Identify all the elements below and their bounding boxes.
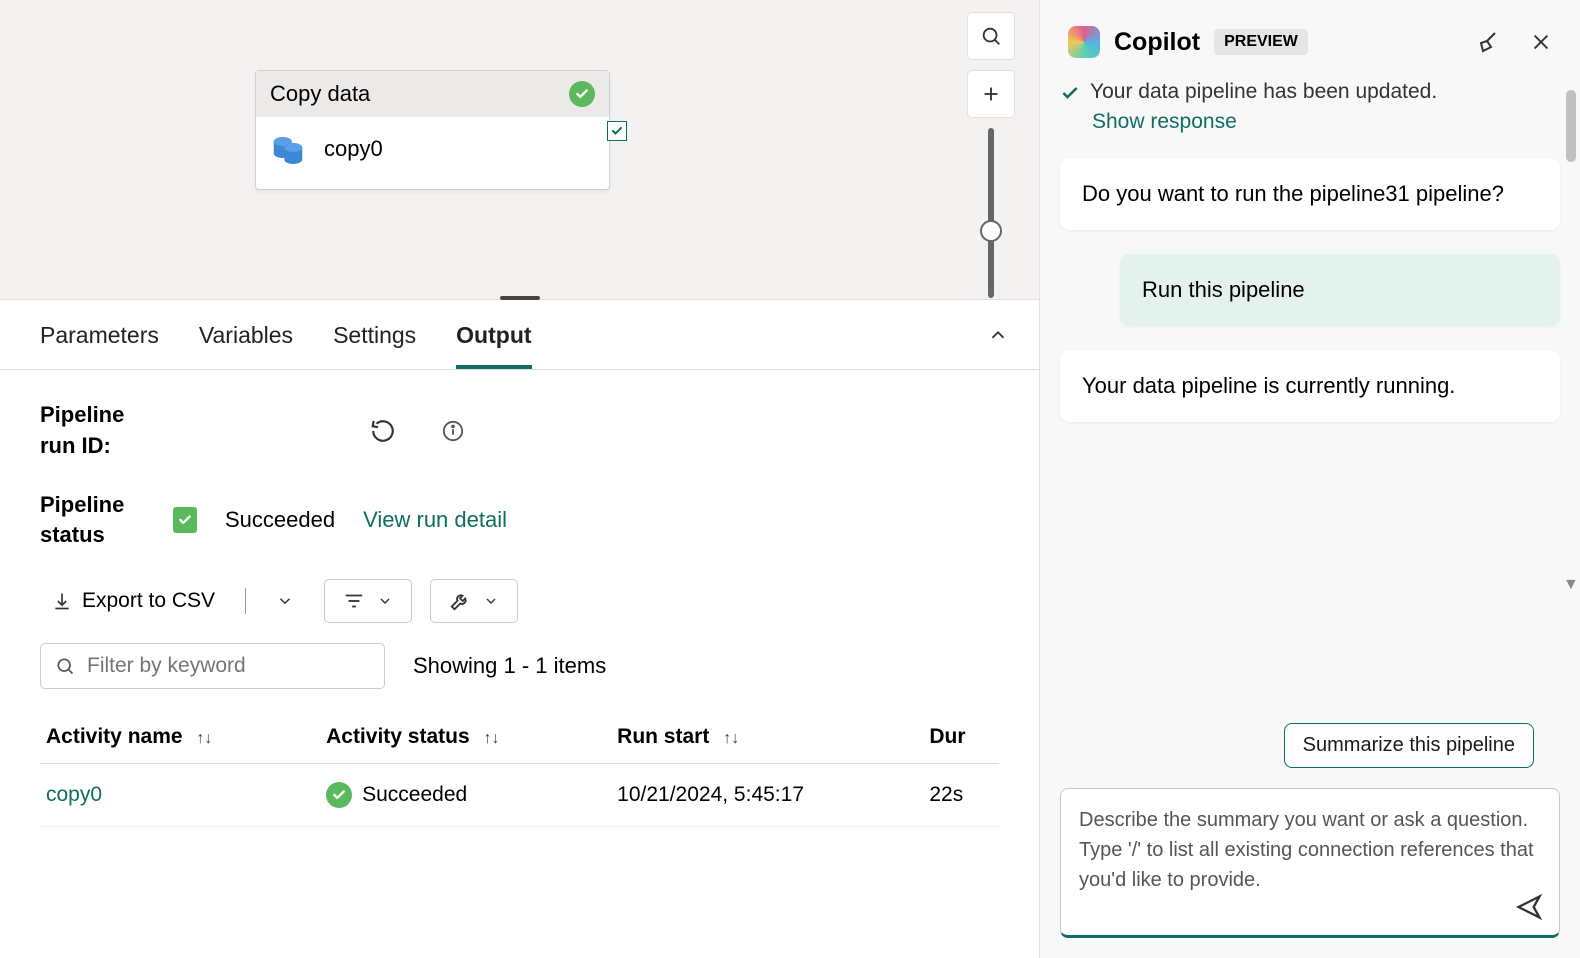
tools-button[interactable] [430,579,518,623]
table-row[interactable]: copy0 Succeeded 10/21/2024, 5:45:17 22s [40,764,999,827]
compose-box[interactable]: Describe the summary you want or ask a q… [1060,788,1560,938]
activity-name-link[interactable]: copy0 [46,783,102,806]
run-id-row: Pipeline run ID: [40,400,999,462]
export-dropdown[interactable] [264,584,306,618]
row-status: Succeeded [362,783,467,807]
show-response-link[interactable]: Show response [1060,110,1560,134]
close-icon [1530,31,1552,53]
assistant-message: Your data pipeline is currently running. [1060,350,1560,422]
view-run-detail-link[interactable]: View run detail [363,507,507,533]
zoom-in-button[interactable] [967,70,1015,118]
search-icon [55,656,75,676]
plus-icon [980,83,1002,105]
filter-columns-button[interactable] [324,579,412,623]
pipeline-canvas[interactable]: Copy data copy0 [0,0,1039,300]
status-value: Succeeded [225,507,335,533]
info-button[interactable] [442,420,464,442]
preview-badge: PREVIEW [1214,29,1308,55]
status-label: Pipeline status [40,490,145,552]
col-activity-name[interactable]: Activity name ↑↓ [40,711,320,764]
activity-node-header: Copy data [256,71,609,117]
activity-title: Copy data [270,81,370,107]
filter-keyword-field[interactable] [87,654,370,678]
send-icon [1515,893,1543,921]
activity-node-copy[interactable]: Copy data copy0 [255,70,610,190]
broom-icon [1476,30,1500,54]
chat-scrollbar[interactable]: ▼ [1566,90,1576,570]
sort-icon: ↑↓ [723,730,739,747]
assistant-message: Do you want to run the pipeline31 pipeli… [1060,158,1560,230]
output-panel: Pipeline run ID: Pipeline status Succeed… [0,370,1039,958]
wrench-icon [449,590,471,612]
status-succeeded-icon [173,507,197,533]
download-icon [52,591,72,611]
truncated-message: Your data pipeline has been updated. [1090,80,1437,104]
activity-node-body: copy0 [256,117,609,189]
database-icon [270,131,306,167]
tab-parameters[interactable]: Parameters [40,322,159,369]
check-icon [1060,83,1080,103]
chevron-up-icon [987,324,1009,346]
chat-scroll-area[interactable]: Your data pipeline has been updated. Sho… [1040,74,1580,703]
search-icon [980,25,1002,47]
suggestion-chip[interactable]: Summarize this pipeline [1284,723,1534,768]
export-csv-button[interactable]: Export to CSV [40,581,227,621]
sort-icon: ↑↓ [196,730,212,747]
clear-chat-button[interactable] [1476,30,1500,54]
divider [245,588,246,614]
col-duration[interactable]: Dur [923,711,999,764]
send-button[interactable] [1515,893,1543,921]
export-csv-label: Export to CSV [82,589,215,613]
col-run-start[interactable]: Run start ↑↓ [611,711,923,764]
info-icon [442,420,464,442]
activity-runs-table: Activity name ↑↓ Activity status ↑↓ Run … [40,711,999,827]
bottom-tabs: Parameters Variables Settings Output [0,300,1039,370]
chevron-down-icon [276,592,294,610]
scroll-thumb[interactable] [1566,90,1576,162]
tab-variables[interactable]: Variables [199,322,293,369]
copilot-panel: Copilot PREVIEW Your data pipeline has b… [1040,0,1580,958]
tab-settings[interactable]: Settings [333,322,416,369]
copilot-header: Copilot PREVIEW [1040,0,1580,74]
activity-name: copy0 [324,136,383,162]
chevron-down-icon [377,593,393,609]
collapse-panel-button[interactable] [987,324,1009,346]
copilot-logo-icon [1068,26,1100,58]
compose-placeholder: Describe the summary you want or ask a q… [1079,805,1541,895]
filter-input[interactable] [40,643,385,689]
showing-count: Showing 1 - 1 items [413,653,606,679]
success-icon [326,782,352,808]
copilot-title: Copilot [1114,28,1200,57]
refresh-icon [370,418,396,444]
col-activity-status[interactable]: Activity status ↑↓ [320,711,611,764]
canvas-controls [967,12,1015,298]
zoom-handle[interactable] [980,220,1002,242]
run-id-label: Pipeline run ID: [40,400,145,462]
status-row: Pipeline status Succeeded View run detai… [40,490,999,552]
output-toolbar: Export to CSV [40,579,999,623]
main-panel: Copy data copy0 [0,0,1040,958]
zoom-slider[interactable] [988,128,994,298]
filter-lines-icon [343,590,365,612]
row-start: 10/21/2024, 5:45:17 [617,783,804,806]
search-button[interactable] [967,12,1015,60]
chevron-down-icon [483,593,499,609]
success-branch-icon[interactable] [607,121,627,141]
refresh-button[interactable] [370,418,396,444]
success-icon [569,81,595,107]
tab-output[interactable]: Output [456,322,531,369]
sort-icon: ↑↓ [483,730,499,747]
scroll-down-icon[interactable]: ▼ [1563,576,1579,594]
user-message: Run this pipeline [1120,254,1560,326]
close-panel-button[interactable] [1530,31,1552,53]
row-duration: 22s [929,783,963,806]
